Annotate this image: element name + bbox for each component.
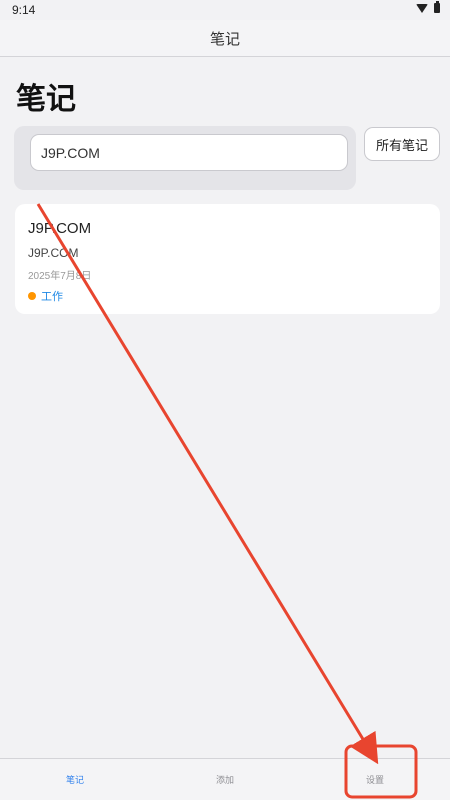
search-container [14,126,356,190]
status-icons [416,1,440,13]
battery-icon [434,1,440,13]
tab-add[interactable]: 添加 [150,759,300,800]
status-bar: 9:14 [0,0,450,20]
nav-title: 笔记 [209,30,240,48]
wifi-icon [416,3,428,13]
note-tag: 工作 [28,288,63,304]
tab-bar: 笔记 添加 设置 [0,758,450,800]
filter-button[interactable]: 所有笔记 [364,127,440,161]
nav-bar: 笔记 [0,20,450,57]
search-input[interactable] [30,134,348,171]
status-time: 9:14 [12,3,36,17]
note-card[interactable]: J9P.COM J9P.COM 2025年7月8日 工作 [15,204,440,314]
annotation-overlay [36,203,418,799]
tab-settings[interactable]: 设置 [300,759,450,800]
tag-dot-icon [28,292,36,300]
note-date: 2025年7月8日 [28,271,92,282]
page-title: 笔记 [16,83,76,116]
tab-notes[interactable]: 笔记 [0,759,150,800]
note-body: J9P.COM [28,246,79,260]
tag-label: 工作 [41,291,63,303]
note-title: J9P.COM [28,220,92,237]
